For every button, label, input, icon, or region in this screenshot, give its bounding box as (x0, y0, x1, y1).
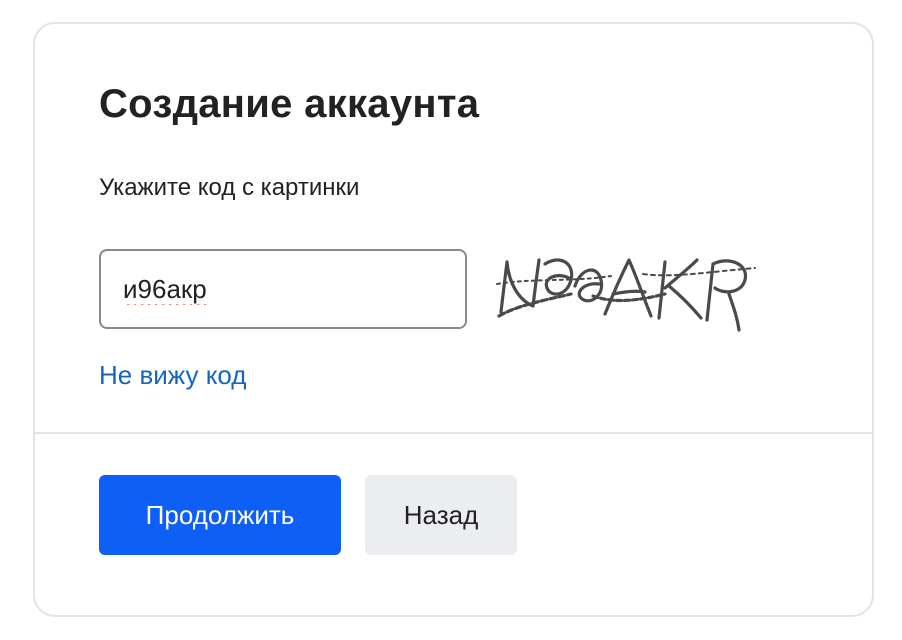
divider (35, 432, 872, 434)
page-title: Создание аккаунта (99, 82, 480, 126)
captcha-prompt: Укажите код с картинки (99, 174, 360, 201)
captcha-code-input[interactable] (123, 251, 443, 327)
continue-button[interactable]: Продолжить (99, 475, 341, 555)
captcha-input-container[interactable] (99, 249, 467, 329)
signup-card: Создание аккаунта Укажите код с картинки… (33, 22, 874, 617)
captcha-image (493, 234, 765, 339)
back-button[interactable]: Назад (365, 475, 517, 555)
cant-see-code-link[interactable]: Не вижу код (99, 357, 246, 393)
